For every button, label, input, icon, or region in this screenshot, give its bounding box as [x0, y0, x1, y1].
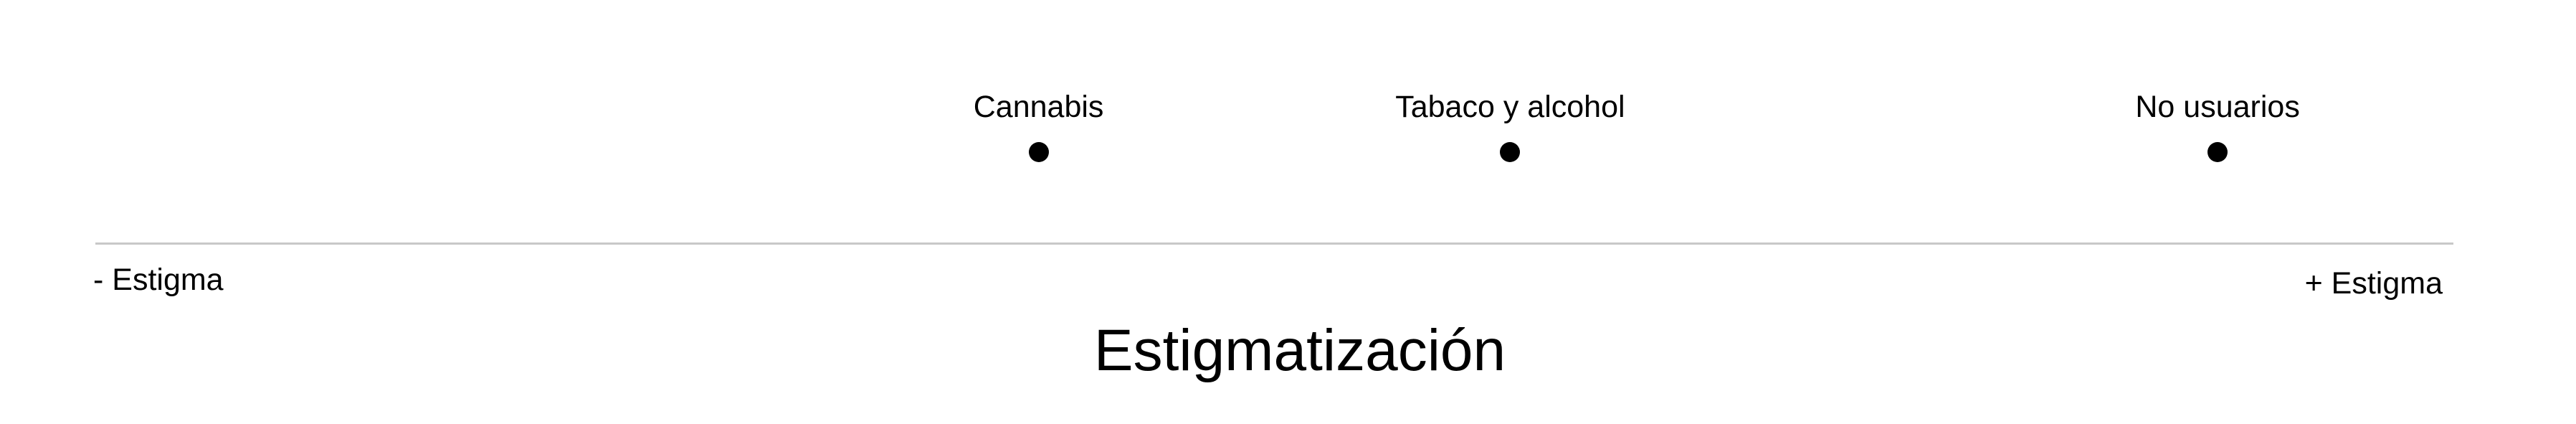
- point-marker: [1028, 142, 1049, 162]
- stigma-axis-line: [95, 242, 2453, 245]
- axis-title: Estigmatización: [1093, 318, 1506, 383]
- point-label: No usuarios: [2135, 90, 2300, 124]
- stigma-scale-diagram: Cannabis Tabaco y alcohol No usuarios - Es…: [0, 0, 2576, 424]
- high-stigma-label: + Estigma: [2304, 266, 2443, 301]
- point-label: Cannabis: [973, 90, 1104, 124]
- point-marker: [2207, 142, 2228, 162]
- low-stigma-label: - Estigma: [93, 263, 224, 297]
- point-label: Tabaco y alcohol: [1395, 90, 1625, 124]
- point-marker: [1500, 142, 1521, 162]
